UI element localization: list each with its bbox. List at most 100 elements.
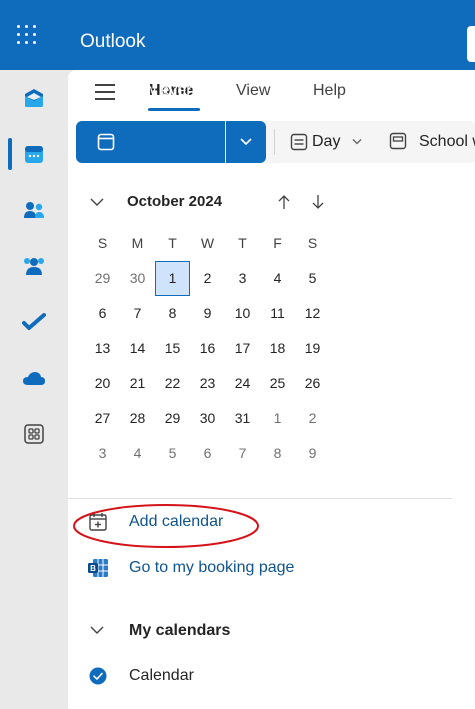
calendar-day[interactable]: 26 <box>295 366 330 401</box>
active-tab-indicator <box>148 108 200 111</box>
calendar-day[interactable]: 19 <box>295 331 330 366</box>
calendar-day[interactable]: 10 <box>225 296 260 331</box>
calendar-day-selected[interactable]: 1 <box>155 261 190 296</box>
tab-view[interactable]: View <box>236 81 270 101</box>
rail-groups[interactable] <box>0 238 68 294</box>
next-month-arrow-icon[interactable] <box>311 194 325 210</box>
weekday-header: W <box>200 235 215 251</box>
weekday-header: F <box>273 235 282 251</box>
rail-more-apps[interactable] <box>0 406 68 462</box>
calendar-day[interactable]: 2 <box>190 261 225 296</box>
booking-page-link[interactable]: B Go to my booking page <box>68 550 368 586</box>
app-rail <box>0 70 68 709</box>
calendar-day[interactable]: 7 <box>120 296 155 331</box>
my-calendars-section-label[interactable]: My calendars <box>129 621 230 641</box>
rail-todo[interactable] <box>0 294 68 350</box>
calendar-day[interactable]: 31 <box>225 401 260 436</box>
day-view-label: Day <box>312 133 341 150</box>
month-day-grid: 29 30 1 2 3 4 5 6 7 8 9 10 11 12 13 14 1… <box>85 261 330 471</box>
calendar-day[interactable]: 5 <box>295 261 330 296</box>
rail-mail[interactable] <box>0 70 68 126</box>
calendar-day[interactable]: 17 <box>225 331 260 366</box>
app-title: Outlook <box>80 31 146 52</box>
calendar-day[interactable]: 22 <box>155 366 190 401</box>
calendar-week-row: 6 7 8 9 10 11 12 <box>85 296 330 331</box>
calendar-day[interactable]: 20 <box>85 366 120 401</box>
calendar-day[interactable]: 15 <box>155 331 190 366</box>
groups-icon <box>24 258 44 275</box>
calendar-day[interactable]: 3 <box>85 436 120 471</box>
tab-help[interactable]: Help <box>313 81 346 101</box>
calendar-day[interactable]: 6 <box>85 296 120 331</box>
calendar-day[interactable]: 18 <box>260 331 295 366</box>
calendar-day[interactable]: 5 <box>155 436 190 471</box>
chevron-down-icon <box>240 138 252 146</box>
checked-circle-icon[interactable] <box>89 667 107 685</box>
day-view-icon <box>290 133 308 151</box>
add-calendar-label: Add calendar <box>129 513 224 530</box>
calendar-day[interactable]: 2 <box>295 401 330 436</box>
previous-month-arrow-icon[interactable] <box>277 194 291 210</box>
calendar-day[interactable]: 12 <box>295 296 330 331</box>
weekday-header: S <box>97 235 108 251</box>
calendar-day[interactable]: 6 <box>190 436 225 471</box>
weekday-header: T <box>238 235 247 251</box>
people-icon <box>24 202 44 218</box>
calendar-day[interactable]: 25 <box>260 366 295 401</box>
calendar-icon <box>25 146 43 163</box>
calendar-day[interactable]: 1 <box>260 401 295 436</box>
calendar-day[interactable]: 21 <box>120 366 155 401</box>
section-divider <box>68 498 452 499</box>
calendar-day[interactable]: 9 <box>295 436 330 471</box>
new-event-dropdown-button[interactable] <box>226 121 266 163</box>
new-event-button[interactable] <box>76 121 225 163</box>
calendar-day[interactable]: 4 <box>260 261 295 296</box>
calendar-day[interactable]: 23 <box>190 366 225 401</box>
calendar-day[interactable]: 29 <box>85 261 120 296</box>
weekday-header: T <box>168 235 177 251</box>
calendar-week-row: 27 28 29 30 31 1 2 <box>85 401 330 436</box>
calendar-week-row: 3 4 5 6 7 8 9 <box>85 436 330 471</box>
month-label: October 2024 <box>127 193 223 210</box>
calendar-day[interactable]: 8 <box>155 296 190 331</box>
calendar-list-item[interactable] <box>68 658 368 694</box>
new-event-label: New event <box>124 82 200 99</box>
calendar-day[interactable]: 14 <box>120 331 155 366</box>
calendar-week-row: 20 21 22 23 24 25 26 <box>85 366 330 401</box>
app-launcher-icon[interactable] <box>14 22 40 48</box>
calendar-day[interactable]: 11 <box>260 296 295 331</box>
calendar-day[interactable]: 16 <box>190 331 225 366</box>
calendar-day[interactable]: 30 <box>120 261 155 296</box>
calendar-day[interactable]: 9 <box>190 296 225 331</box>
calendar-day[interactable]: 30 <box>190 401 225 436</box>
weekday-header: M <box>131 235 144 251</box>
rail-people[interactable] <box>0 182 68 238</box>
collapse-chevron-icon[interactable] <box>90 197 104 207</box>
school-calendar-icon[interactable] <box>389 132 407 150</box>
calendar-day[interactable]: 8 <box>260 436 295 471</box>
rail-onedrive[interactable] <box>0 350 68 406</box>
calendar-day[interactable]: 29 <box>155 401 190 436</box>
calendar-day[interactable]: 13 <box>85 331 120 366</box>
bookings-icon: B <box>88 559 108 577</box>
mail-icon <box>25 89 43 107</box>
calendar-nav-panel: Home View Help New event Day School w Oc… <box>68 70 475 709</box>
chevron-down-icon[interactable] <box>352 138 362 146</box>
top-bar: Outlook <box>0 0 475 70</box>
todo-icon <box>22 313 46 330</box>
calendar-day[interactable]: 28 <box>120 401 155 436</box>
my-calendars-chevron-icon[interactable] <box>90 625 104 635</box>
calendar-week-row: 13 14 15 16 17 18 19 <box>85 331 330 366</box>
add-calendar-link[interactable]: Add calendar <box>68 504 368 540</box>
calendar-day[interactable]: 4 <box>120 436 155 471</box>
hamburger-menu-icon[interactable] <box>95 84 115 100</box>
calendar-day[interactable]: 7 <box>225 436 260 471</box>
search-box[interactable] <box>467 26 475 62</box>
school-view-label: School w <box>419 133 475 150</box>
calendar-item-label: Calendar <box>129 667 194 684</box>
calendar-day[interactable]: 24 <box>225 366 260 401</box>
calendar-day[interactable]: 27 <box>85 401 120 436</box>
rail-calendar[interactable] <box>0 126 68 182</box>
calendar-day[interactable]: 3 <box>225 261 260 296</box>
more-apps-icon <box>24 424 44 444</box>
